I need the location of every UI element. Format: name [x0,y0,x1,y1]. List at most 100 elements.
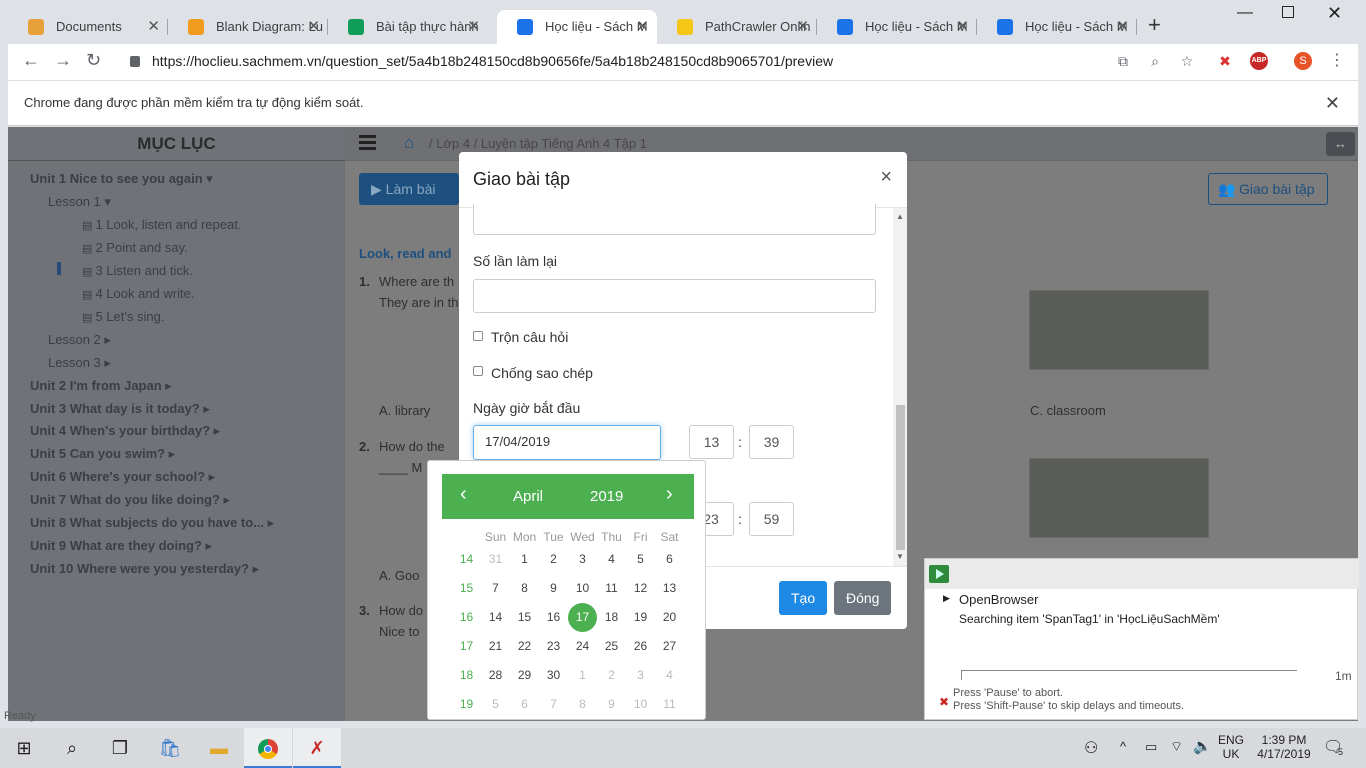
reload-icon[interactable]: ↻ [86,50,101,71]
task-view-icon[interactable]: ❐ [96,728,144,768]
next-month-icon[interactable]: › [666,483,673,506]
sidebar-item[interactable]: Unit 3 What day is it today? ▸ [30,401,210,417]
anticopy-checkbox[interactable] [473,366,483,376]
tab-close-icon[interactable]: ✕ [956,10,969,44]
calendar-day[interactable]: 15 [510,603,539,632]
q1-option-c[interactable]: C. classroom [1030,403,1106,418]
calendar-day[interactable]: 5 [626,545,655,574]
calendar-day[interactable]: 14 [481,603,510,632]
forward-icon[interactable]: → [54,50,72,71]
battery-icon[interactable]: ▭ [1145,739,1157,755]
calendar-day[interactable]: 19 [626,603,655,632]
calendar-day[interactable]: 2 [539,545,568,574]
calendar-day[interactable]: 4 [655,661,684,690]
calendar-day[interactable]: 22 [510,632,539,661]
volume-icon[interactable]: 🔈 [1193,737,1212,755]
start-date-input[interactable]: 17/04/2019 [473,425,661,460]
calendar-day[interactable]: 11 [655,690,684,719]
back-icon[interactable]: ← [22,50,40,71]
breadcrumb-item[interactable]: Lớp 4 [436,136,470,151]
infobar-close-icon[interactable]: ✕ [1325,81,1340,125]
sidebar-item[interactable]: Lesson 1 ▾ [48,194,111,210]
calendar-day[interactable]: 20 [655,603,684,632]
calendar-day[interactable]: 12 [626,574,655,603]
prev-month-icon[interactable]: ‹ [460,483,467,506]
start-hour-input[interactable]: 13 [689,425,734,459]
start-minute-input[interactable]: 39 [749,425,794,459]
adblock-icon[interactable]: ABP [1250,52,1268,70]
sidebar-item[interactable]: Unit 9 What are they doing? ▸ [30,538,212,554]
calendar-day[interactable]: 6 [655,545,684,574]
tab-close-icon[interactable]: ✕ [796,10,809,44]
scroll-up-icon[interactable]: ▲ [896,212,904,221]
search-icon[interactable]: ⌕ [48,728,96,768]
tab-close-icon[interactable]: ✕ [467,10,480,44]
breadcrumb-item[interactable]: Luyện tập Tiếng Anh 4 Tập 1 [481,136,647,151]
sidebar-item[interactable]: Unit 10 Where were you yesterday? ▸ [30,561,259,577]
wifi-icon[interactable]: ⌔ [1170,738,1183,756]
calendar-day[interactable]: 27 [655,632,684,661]
store-icon[interactable]: 🛍 [146,728,194,768]
calendar-day[interactable]: 25 [597,632,626,661]
modal-close-icon[interactable]: × [880,166,892,189]
address-bar[interactable]: https://hoclieu.sachmem.vn/question_set/… [120,46,1220,76]
sidebar-item[interactable]: Unit 6 Where's your school? ▸ [30,469,215,485]
browser-tab[interactable]: Blank Diagram: Lu ✕ [168,10,328,44]
retries-input[interactable] [473,279,876,313]
chrome-icon[interactable] [244,728,292,768]
sidebar-item[interactable]: Unit 2 I'm from Japan ▸ [30,378,172,394]
calendar-day[interactable]: 13 [655,574,684,603]
zoom-icon[interactable]: ⌕ [1146,52,1164,70]
shuffle-checkbox[interactable] [473,331,483,341]
translate-icon[interactable]: ⧉ [1114,52,1132,70]
create-button[interactable]: Tạo [779,581,828,615]
calendar-day[interactable]: 30 [539,661,568,690]
tab-close-icon[interactable]: ✕ [147,10,160,44]
browser-tab[interactable]: Học liệu - Sách M ✕ [817,10,977,44]
calendar-day[interactable]: 11 [597,574,626,603]
calendar-day[interactable]: 21 [481,632,510,661]
sidebar-item[interactable]: ▤ 2 Point and say. [82,240,188,255]
q1-option-a[interactable]: A. library [379,403,430,418]
calendar-day[interactable]: 31 [481,545,510,574]
browser-tab[interactable]: Bài tập thực hành ✕ [328,10,488,44]
calendar-day[interactable]: 6 [510,690,539,719]
giao-bai-tap-button[interactable]: 👥 Giao bài tập [1208,173,1328,205]
close-button[interactable]: Đóng [834,581,892,615]
calendar-day[interactable]: 7 [539,690,568,719]
ranorex-icon[interactable]: ✗ [293,728,341,768]
minimize-icon[interactable]: — [1237,4,1253,22]
calendar-day[interactable]: 29 [510,661,539,690]
sidebar-item[interactable]: Lesson 2 ▸ [48,332,111,348]
calendar-day[interactable]: 1 [568,661,597,690]
calendar-day[interactable]: 4 [597,545,626,574]
calendar-day[interactable]: 9 [539,574,568,603]
maximize-icon[interactable] [1282,6,1294,18]
new-tab-button[interactable]: + [1148,12,1161,38]
expand-triangle-icon[interactable]: ▶ [943,593,950,604]
bookmark-star-icon[interactable]: ☆ [1178,52,1196,70]
calendar-day[interactable]: 16 [539,603,568,632]
calendar-day[interactable]: 1 [510,545,539,574]
clock[interactable]: 1:39 PM 4/17/2019 [1254,733,1314,761]
selected-day[interactable]: 17 [568,603,597,632]
hamburger-menu-icon[interactable] [359,135,376,138]
calendar-day[interactable]: 9 [597,690,626,719]
file-explorer-icon[interactable]: ▬ [195,728,243,768]
calendar-day[interactable]: 28 [481,661,510,690]
sidebar-item[interactable]: ▤ 3 Listen and tick. [82,263,193,278]
scroll-down-icon[interactable]: ▼ [896,552,904,561]
close-window-icon[interactable]: ✕ [1327,3,1342,24]
browser-tab[interactable]: PathCrawler Onlin ✕ [657,10,817,44]
calendar-day[interactable]: 5 [481,690,510,719]
extension-x-icon[interactable]: ✖ [1216,52,1234,70]
calendar-day[interactable]: 18 [597,603,626,632]
expand-icon[interactable]: ↔ [1326,132,1355,156]
calendar-day[interactable]: 7 [481,574,510,603]
calendar-day[interactable]: 3 [568,545,597,574]
sidebar-item[interactable]: Unit 4 When's your birthday? ▸ [30,423,220,439]
browser-tab[interactable]: Học liệu - Sách M ✕ [977,10,1137,44]
calendar-day[interactable]: 23 [539,632,568,661]
calendar-day[interactable]: 2 [597,661,626,690]
calendar-day[interactable]: 10 [568,574,597,603]
